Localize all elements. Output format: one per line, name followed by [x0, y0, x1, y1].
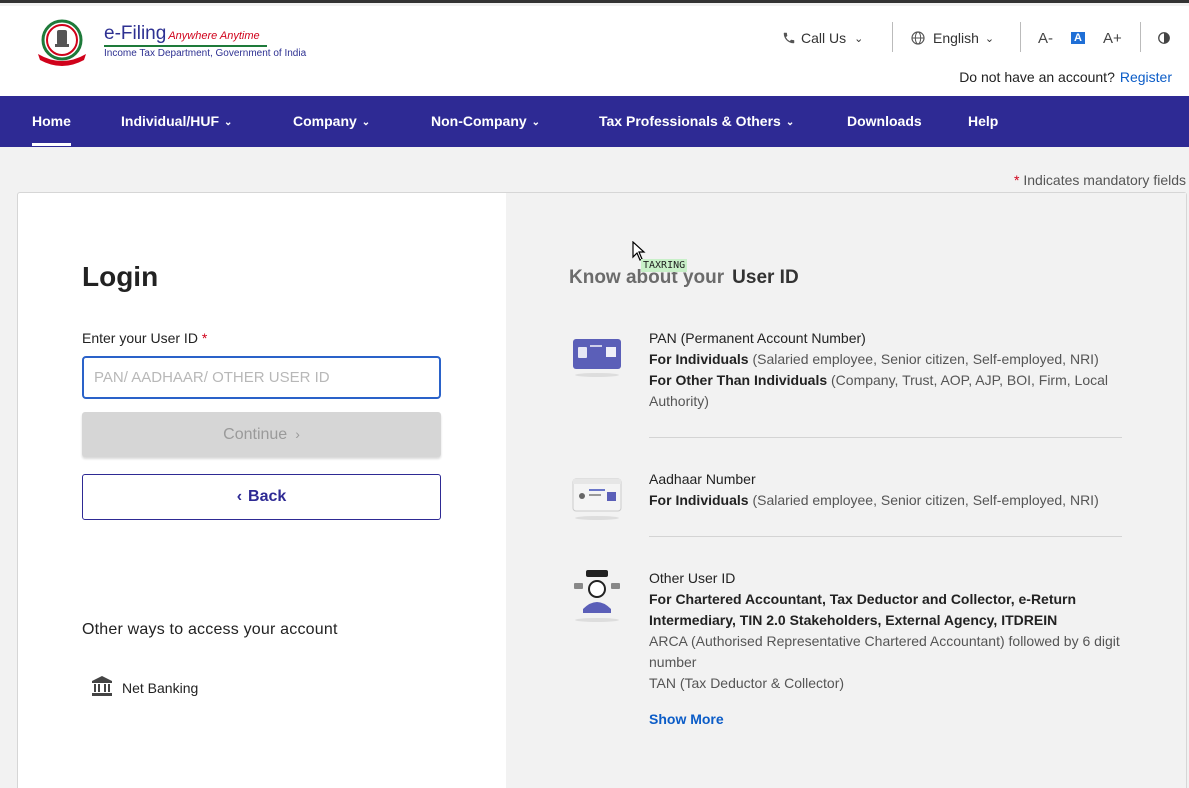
pan-card-icon	[573, 339, 621, 377]
call-us-menu[interactable]: Call Us ⌄	[782, 24, 863, 52]
mandatory-note: * Indicates mandatory fields	[1014, 172, 1186, 188]
back-button[interactable]: ‹ Back	[82, 474, 441, 520]
logo-rule	[104, 45, 267, 47]
userid-label: Enter your User ID *	[82, 330, 208, 346]
font-normal-button[interactable]: A	[1071, 32, 1085, 44]
header: e-Filing Anywhere Anytime Income Tax Depa…	[0, 6, 1189, 96]
language-label: English	[933, 30, 979, 46]
emblem-icon	[38, 19, 86, 66]
language-select[interactable]: English ⌄	[910, 24, 994, 52]
nav-non-company[interactable]: Non-Company ⌄	[431, 96, 540, 147]
logo-title: e-Filing Anywhere Anytime	[104, 23, 260, 44]
tan-line: TAN (Tax Deductor & Collector)	[649, 675, 845, 691]
net-banking-option[interactable]: Net Banking	[90, 674, 198, 701]
chevron-left-icon: ‹	[236, 488, 243, 505]
chevron-down-icon: ⌄	[785, 117, 795, 128]
main-nav: Home Individual/HUF ⌄ Company ⌄ Non-Compan…	[0, 96, 1189, 147]
call-us-label: Call Us	[801, 30, 847, 46]
no-account-text: Do not have an account?	[959, 69, 1115, 85]
font-increase-button[interactable]: A+	[1103, 30, 1122, 47]
pan-other-line: For Other Than Individuals (Company, Tru…	[649, 372, 1109, 409]
divider	[649, 536, 1122, 537]
bank-icon	[90, 674, 114, 701]
logo-subtitle: Income Tax Department, Government of Ind…	[104, 48, 307, 59]
other-user-id-info: Other User ID For Chartered Accountant, …	[649, 568, 1122, 694]
chevron-down-icon: ⌄	[361, 117, 371, 128]
chevron-right-icon: ›	[295, 425, 300, 442]
font-decrease-button[interactable]: A-	[1038, 30, 1053, 47]
contrast-toggle[interactable]	[1157, 24, 1171, 52]
aadhaar-title: Aadhaar Number	[649, 471, 756, 487]
divider	[649, 437, 1122, 438]
divider	[892, 22, 893, 52]
aadhaar-card-icon	[572, 478, 622, 520]
font-size-controls: A- A A+	[1038, 24, 1122, 52]
nav-company[interactable]: Company ⌄	[293, 96, 370, 147]
nav-home[interactable]: Home	[32, 96, 71, 147]
divider	[1140, 22, 1141, 52]
continue-button[interactable]: Continue ›	[82, 412, 441, 457]
other-user-id-title: Other User ID	[649, 570, 736, 586]
phone-icon	[783, 32, 795, 44]
cursor-tooltip: TAXRING	[641, 259, 688, 272]
aadhaar-individuals-line: For Individuals (Salaried employee, Seni…	[649, 492, 1099, 508]
nav-help[interactable]: Help	[968, 96, 998, 147]
aadhaar-info: Aadhaar Number For Individuals (Salaried…	[649, 469, 1122, 511]
login-title: Login	[82, 261, 159, 292]
chevron-down-icon: ⌄	[854, 32, 864, 45]
nav-individual-huf[interactable]: Individual/HUF ⌄	[121, 96, 232, 147]
mouse-cursor-icon	[632, 241, 646, 261]
divider	[1020, 22, 1021, 52]
register-link[interactable]: Register	[1120, 69, 1172, 85]
nav-downloads[interactable]: Downloads	[847, 96, 922, 147]
pan-info: PAN (Permanent Account Number) For Indiv…	[649, 328, 1122, 412]
other-user-id-icon	[574, 570, 620, 622]
globe-icon	[911, 31, 925, 45]
other-user-id-roles: For Chartered Accountant, Tax Deductor a…	[649, 591, 1077, 628]
signup-prompt: Do not have an account? Register	[959, 69, 1172, 85]
chevron-down-icon: ⌄	[984, 32, 995, 45]
arca-line: ARCA (Authorised Representative Chartere…	[649, 633, 1120, 670]
chevron-down-icon: ⌄	[531, 117, 541, 128]
contrast-icon	[1158, 32, 1170, 44]
show-more-link[interactable]: Show More	[649, 711, 724, 727]
net-banking-label: Net Banking	[122, 679, 199, 696]
efiling-logo[interactable]: e-Filing Anywhere Anytime Income Tax Depa…	[32, 18, 306, 68]
userid-input[interactable]	[82, 356, 441, 399]
chevron-down-icon: ⌄	[224, 117, 233, 128]
pan-title: PAN (Permanent Account Number)	[649, 330, 866, 346]
nav-tax-professionals[interactable]: Tax Professionals & Others ⌄	[599, 96, 794, 147]
pan-individuals-line: For Individuals (Salaried employee, Seni…	[649, 351, 1099, 367]
logo-tagline: Anywhere Anytime	[168, 30, 260, 42]
other-ways-heading: Other ways to access your account	[82, 621, 338, 638]
